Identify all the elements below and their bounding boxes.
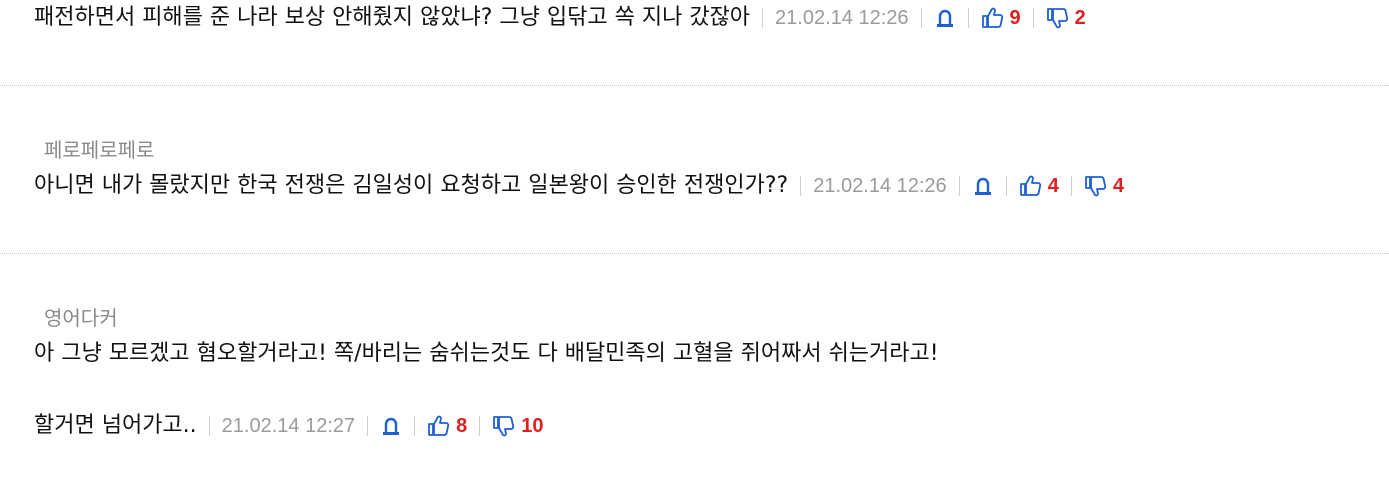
dislike-button[interactable]: 10 xyxy=(492,414,544,438)
comment-divider xyxy=(0,85,1389,86)
comment-text: 패전하면서 피해를 준 나라 보상 안해줬지 않았냐? 그냥 입닦고 쏙 지나 … xyxy=(34,5,751,30)
dislike-count: 2 xyxy=(1074,6,1086,29)
comment-text: 아니면 내가 몰랐지만 한국 전쟁은 김일성이 요청하고 일본왕이 승인한 전쟁… xyxy=(34,173,789,198)
separator xyxy=(208,416,210,436)
thumbs-down-icon xyxy=(1084,176,1106,197)
comment-text-continued: 할거면 넘어가고.. xyxy=(34,413,197,438)
comment-3-line-2: 할거면 넘어가고.. 21.02.14 12:27 8 10 xyxy=(34,410,544,442)
separator xyxy=(762,8,764,28)
comment-2-line: 아니면 내가 몰랐지만 한국 전쟁은 김일성이 요청하고 일본왕이 승인한 전쟁… xyxy=(34,170,1124,202)
comment-date: 21.02.14 12:26 xyxy=(775,6,909,29)
dislike-button[interactable]: 4 xyxy=(1084,174,1124,198)
report-bell-icon xyxy=(974,177,991,195)
separator xyxy=(414,416,416,436)
dislike-count: 4 xyxy=(1112,174,1124,197)
separator xyxy=(479,416,481,436)
separator xyxy=(920,8,922,28)
separator xyxy=(967,8,969,28)
comment-divider xyxy=(0,253,1389,254)
separator xyxy=(1005,176,1007,196)
comment-author: 영어다커 xyxy=(44,306,118,330)
like-button[interactable]: 4 xyxy=(1019,174,1059,198)
comment-1-line: 패전하면서 피해를 준 나라 보상 안해줬지 않았냐? 그냥 입닦고 쏙 지나 … xyxy=(34,2,1086,34)
like-count: 8 xyxy=(456,414,468,437)
dislike-button[interactable]: 2 xyxy=(1046,6,1086,30)
thumbs-up-icon xyxy=(1019,175,1041,196)
report-bell-icon xyxy=(936,9,953,27)
like-count: 9 xyxy=(1009,6,1021,29)
comment-author: 페로페로페로 xyxy=(44,138,155,162)
dislike-count: 10 xyxy=(521,414,544,437)
thumbs-down-icon xyxy=(1046,8,1068,29)
separator xyxy=(800,176,802,196)
like-count: 4 xyxy=(1047,174,1059,197)
report-button[interactable] xyxy=(380,415,402,437)
separator xyxy=(958,176,960,196)
separator xyxy=(1032,8,1034,28)
thumbs-down-icon xyxy=(493,416,515,437)
comment-date: 21.02.14 12:27 xyxy=(221,414,356,437)
report-button[interactable] xyxy=(934,7,956,29)
like-button[interactable]: 9 xyxy=(981,6,1021,30)
separator xyxy=(1070,176,1072,196)
thumbs-up-icon xyxy=(428,415,450,436)
comment-3-line-1: 아 그냥 모르겠고 혐오할거라고! 쪽/바리는 숨쉬는것도 다 배달민족의 고혈… xyxy=(34,338,939,370)
thumbs-up-icon xyxy=(981,7,1003,28)
comment-date: 21.02.14 12:26 xyxy=(813,174,947,197)
report-button[interactable] xyxy=(972,175,994,197)
separator xyxy=(367,416,369,436)
comment-text: 아 그냥 모르겠고 혐오할거라고! 쪽/바리는 숨쉬는것도 다 배달민족의 고혈… xyxy=(34,341,939,366)
like-button[interactable]: 8 xyxy=(427,414,467,438)
report-bell-icon xyxy=(383,417,400,435)
